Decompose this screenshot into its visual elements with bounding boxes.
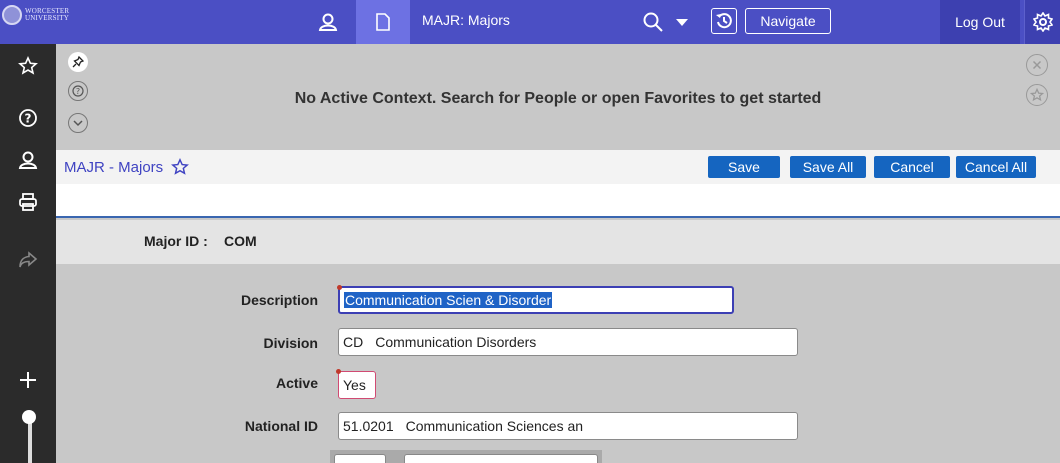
description-field[interactable]: Communication Scien & Disorder [337,285,734,314]
active-field[interactable]: Yes [336,369,376,399]
caret-down-icon [676,19,688,26]
favorite-context-button[interactable] [1026,84,1048,106]
navigate-button[interactable]: Navigate [745,8,831,34]
next-row-field-2[interactable] [404,454,598,463]
cancel-button[interactable]: Cancel [874,156,950,178]
major-id-value: COM [224,233,257,249]
toolbar-strip [56,184,1060,218]
help-icon: ? [19,109,37,127]
cancel-all-button[interactable]: Cancel All [956,156,1036,178]
left-rail: ? [0,44,56,463]
page-header: MAJR - Majors Save Save All Cancel Cance… [56,150,1060,184]
zoom-slider-handle[interactable] [22,410,36,424]
favorites-rail-button[interactable] [0,46,56,86]
no-context-message: No Active Context. Search for People or … [294,90,822,107]
division-name: Communication Disorders [375,334,537,350]
logo-text-line2: UNIVERSITY [25,14,69,22]
gear-icon [1032,12,1053,32]
history-icon [716,13,732,29]
plus-icon [20,372,36,388]
national-id-label: National ID [244,418,318,434]
search-button[interactable] [638,0,694,44]
save-button[interactable]: Save [708,156,780,178]
key-block: Major ID : COM [56,220,1060,264]
search-icon [643,12,663,32]
star-icon [1030,88,1044,102]
favorite-star-icon[interactable] [171,158,190,176]
active-value: Yes [343,377,366,393]
national-id-field[interactable]: 51.0201 Communication Sciences an [338,412,798,440]
add-rail-button[interactable] [0,360,56,400]
document-icon [376,13,390,31]
svg-text:?: ? [25,112,32,126]
top-bar: WORCESTER UNIVERSITY MAJR: Majors Naviga… [0,0,1060,44]
print-icon [19,193,37,211]
print-rail-button[interactable] [0,182,56,222]
help-rail-button[interactable]: ? [0,98,56,138]
national-id-code: 51.0201 [343,418,394,434]
settings-button[interactable] [1024,0,1060,44]
context-header: ? No Active Context. Search for People o… [56,44,1060,150]
person-icon [18,151,38,169]
share-icon [19,251,38,268]
save-all-button[interactable]: Save All [790,156,866,178]
expand-context-button[interactable] [68,113,88,133]
chevron-down-icon [73,120,83,127]
person-rail-button[interactable] [0,140,56,180]
history-button[interactable] [711,8,737,34]
pin-icon [72,56,84,68]
star-icon [18,56,38,75]
document-button[interactable] [356,0,410,44]
logo-seal-icon [2,5,22,25]
logout-button[interactable]: Log Out [940,0,1020,44]
university-logo: WORCESTER UNIVERSITY [2,4,69,26]
description-value: Communication Scien & Disorder [344,292,553,308]
division-code: CD [343,334,364,350]
close-context-button[interactable] [1026,54,1048,76]
division-label: Division [263,335,318,351]
active-label: Active [275,375,318,391]
major-form: Description Communication Scien & Disord… [56,264,1060,463]
person-button[interactable] [300,0,356,44]
description-label: Description [240,292,318,308]
division-field[interactable]: CD Communication Disorders [338,328,798,356]
person-icon [318,13,338,31]
page-title: MAJR - Majors [64,158,164,176]
next-row-field-1[interactable] [334,454,386,463]
share-rail-button[interactable] [0,240,56,280]
close-icon [1032,60,1042,70]
major-id-label: Major ID : [144,233,208,249]
national-id-name: Communication Sciences an [405,418,584,434]
page-tab-title[interactable]: MAJR: Majors [422,12,510,28]
pin-button[interactable] [68,52,88,72]
